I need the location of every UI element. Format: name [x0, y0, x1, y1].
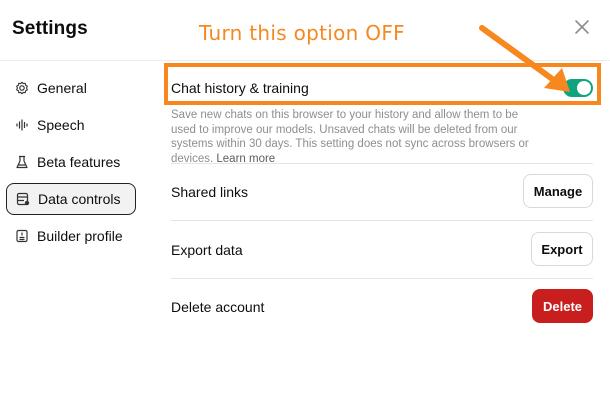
- sidebar-item-general[interactable]: General: [6, 72, 136, 104]
- row-divider: [171, 278, 593, 279]
- sidebar-item-beta-features[interactable]: Beta features: [6, 146, 136, 178]
- annotation-arrow-icon: [479, 25, 570, 92]
- gear-icon: [15, 81, 29, 95]
- export-button[interactable]: Export: [531, 232, 593, 266]
- delete-account-label: Delete account: [171, 299, 265, 315]
- sidebar-item-label: General: [37, 80, 87, 96]
- flask-icon: [15, 155, 29, 169]
- sidebar-item-label: Data controls: [38, 191, 121, 207]
- settings-sidebar: General Speech Beta features Data contro…: [6, 72, 136, 257]
- waveform-icon: [15, 118, 29, 132]
- export-data-label: Export data: [171, 242, 243, 258]
- page-title: Settings: [12, 18, 88, 39]
- sidebar-item-data-controls[interactable]: Data controls: [6, 183, 136, 215]
- sidebar-item-label: Speech: [37, 117, 85, 133]
- shared-links-label: Shared links: [171, 184, 249, 200]
- id-card-icon: [15, 229, 29, 243]
- chat-history-description: Save new chats on this browser to your h…: [171, 108, 546, 166]
- sidebar-item-speech[interactable]: Speech: [6, 109, 136, 141]
- delete-button[interactable]: Delete: [532, 289, 593, 323]
- manage-button[interactable]: Manage: [523, 174, 593, 208]
- annotation-text: Turn this option OFF: [199, 21, 405, 45]
- row-divider: [171, 163, 593, 164]
- row-divider: [171, 220, 593, 221]
- sidebar-item-label: Beta features: [37, 154, 121, 170]
- sidebar-item-label: Builder profile: [37, 228, 123, 244]
- database-icon: [16, 192, 30, 206]
- sidebar-item-builder-profile[interactable]: Builder profile: [6, 220, 136, 252]
